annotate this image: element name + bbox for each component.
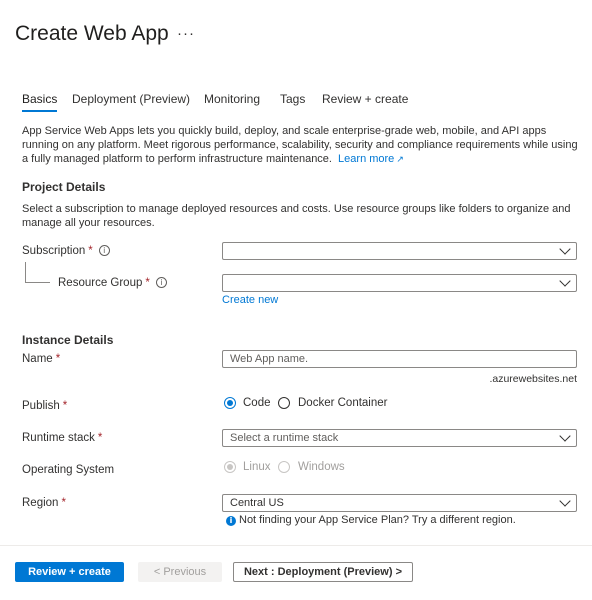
region-label-text: Region — [22, 497, 59, 509]
info-icon: i — [226, 516, 236, 526]
project-details-heading: Project Details — [22, 180, 106, 194]
create-new-link[interactable]: Create new — [222, 294, 278, 306]
operating-system-label: Operating System — [22, 464, 115, 476]
region-notice-text: Not finding your App Service Plan? Try a… — [239, 514, 516, 526]
region-label: Region * — [22, 497, 66, 509]
runtime-stack-label: Runtime stack * — [22, 432, 102, 444]
os-windows-radio[interactable] — [278, 461, 290, 473]
external-link-icon: ↗ — [396, 155, 404, 165]
publish-label: Publish * — [22, 400, 67, 412]
resource-group-dropdown[interactable] — [222, 274, 577, 292]
info-icon[interactable]: i — [98, 245, 110, 256]
project-details-description: Select a subscription to manage deployed… — [22, 203, 571, 229]
learn-more-link[interactable]: Learn more ↗ — [338, 153, 404, 165]
more-options-icon[interactable]: ··· — [177, 25, 195, 42]
name-label: Name * — [22, 353, 60, 365]
required-marker: * — [55, 353, 61, 365]
name-input[interactable]: Web App name. — [222, 350, 577, 368]
name-placeholder: Web App name. — [230, 353, 309, 365]
region-dropdown[interactable]: Central US — [222, 494, 577, 512]
runtime-stack-label-text: Runtime stack — [22, 432, 95, 444]
learn-more-label: Learn more — [338, 153, 395, 165]
os-windows-label: Windows — [298, 461, 345, 473]
subscription-dropdown[interactable] — [222, 242, 577, 260]
required-marker: * — [97, 432, 103, 444]
tab-basics[interactable]: Basics — [22, 92, 58, 112]
os-linux-radio[interactable] — [224, 461, 236, 473]
required-marker: * — [145, 277, 150, 289]
intro-text: App Service Web Apps lets you quickly bu… — [22, 125, 578, 165]
required-marker: * — [88, 245, 93, 257]
required-marker: * — [62, 400, 68, 412]
publish-code-label: Code — [243, 397, 271, 409]
footer-divider — [0, 545, 592, 546]
tab-monitoring[interactable]: Monitoring — [204, 92, 260, 106]
page-title: Create Web App — [15, 22, 169, 45]
tab-tags[interactable]: Tags — [280, 92, 305, 106]
chevron-down-icon — [559, 243, 571, 255]
review-create-button[interactable]: Review + create — [15, 562, 124, 582]
instance-details-heading: Instance Details — [22, 333, 114, 347]
subscription-label: Subscription * i — [22, 245, 110, 257]
tree-connector — [25, 282, 50, 283]
info-icon[interactable]: i — [155, 277, 167, 288]
runtime-stack-dropdown[interactable]: Select a runtime stack — [222, 429, 577, 447]
region-notice: i Not finding your App Service Plan? Try … — [226, 514, 516, 526]
runtime-stack-placeholder: Select a runtime stack — [230, 432, 339, 444]
domain-suffix: .azurewebsites.net — [489, 373, 577, 385]
intro-paragraph: App Service Web Apps lets you quickly bu… — [22, 124, 582, 167]
tree-connector — [25, 262, 26, 282]
next-button[interactable]: Next : Deployment (Preview) > — [233, 562, 413, 582]
publish-docker-radio[interactable] — [278, 397, 290, 409]
resource-group-label: Resource Group * i — [58, 277, 167, 289]
region-value: Central US — [230, 497, 284, 509]
tab-deployment[interactable]: Deployment (Preview) — [72, 92, 190, 106]
publish-docker-label: Docker Container — [298, 397, 388, 409]
publish-label-text: Publish — [22, 400, 60, 412]
chevron-down-icon — [559, 430, 571, 442]
previous-button[interactable]: < Previous — [138, 562, 222, 582]
chevron-down-icon — [559, 275, 571, 287]
tab-review-create[interactable]: Review + create — [322, 92, 408, 106]
name-label-text: Name — [22, 353, 53, 365]
os-linux-label: Linux — [243, 461, 271, 473]
publish-code-radio[interactable] — [224, 397, 236, 409]
subscription-label-text: Subscription — [22, 245, 86, 257]
chevron-down-icon — [559, 495, 571, 507]
required-marker: * — [61, 497, 66, 509]
resource-group-label-text: Resource Group — [58, 277, 143, 289]
